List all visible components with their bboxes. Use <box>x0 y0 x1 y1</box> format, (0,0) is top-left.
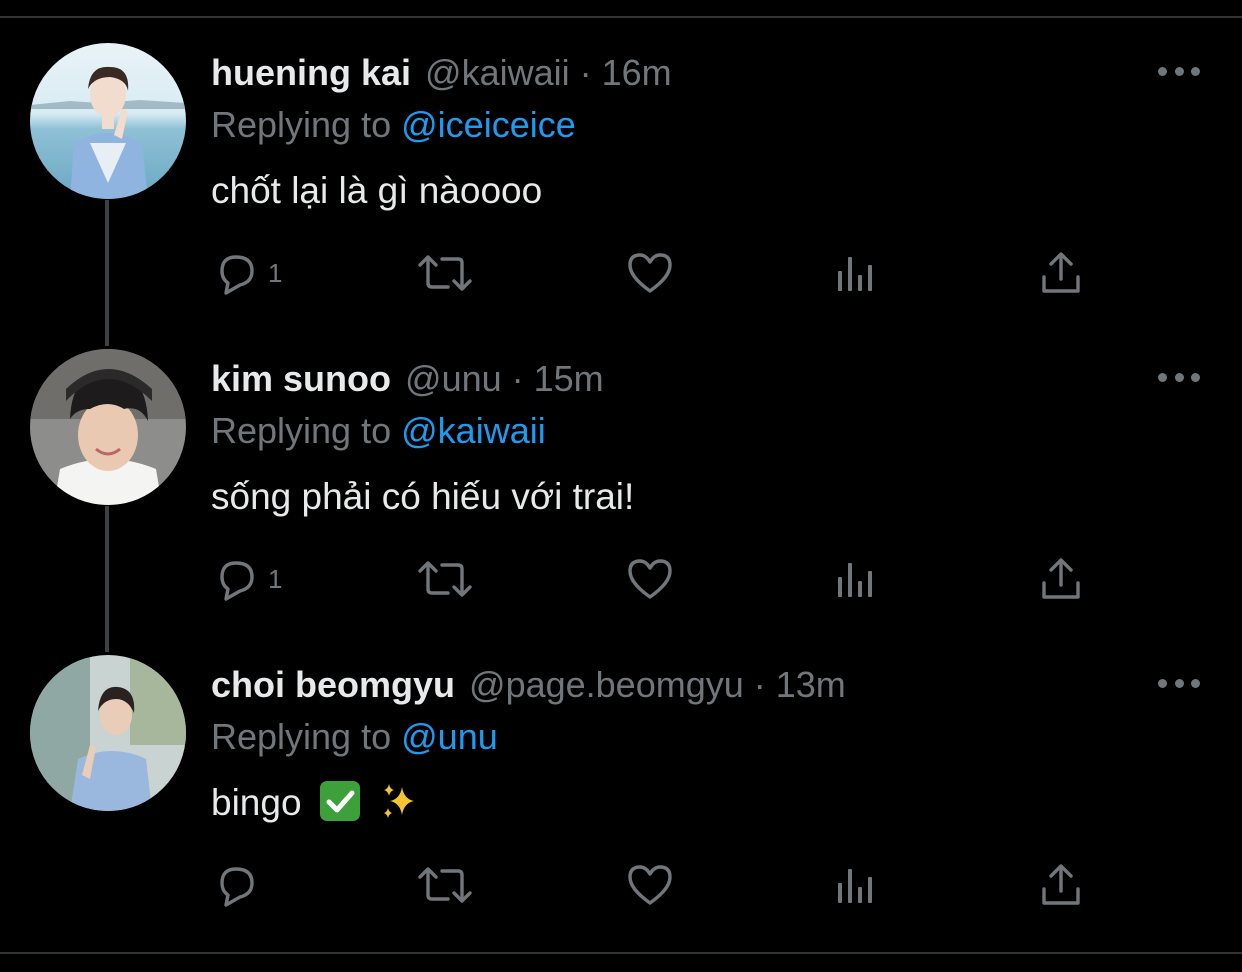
heart-icon <box>628 253 672 293</box>
separator-dot: · <box>753 664 766 705</box>
action-bar <box>212 861 1092 909</box>
replying-to-handle[interactable]: @kaiwaii <box>401 410 546 451</box>
heart-icon <box>628 865 672 905</box>
replying-to-label: Replying to <box>211 410 392 451</box>
more-horizontal-icon[interactable] <box>1158 675 1200 691</box>
replying-to-handle[interactable]: @unu <box>401 716 498 757</box>
display-name[interactable]: choi beomgyu <box>211 661 455 709</box>
retweet-button[interactable] <box>416 861 474 909</box>
retweet-icon <box>418 561 472 597</box>
replying-to-line: Replying to @kaiwaii <box>211 407 546 455</box>
avatar[interactable] <box>30 349 186 505</box>
tweet[interactable]: kim sunoo @unu · 15m Replying to @kaiwai… <box>0 349 1242 655</box>
username-handle[interactable]: @unu <box>405 355 502 403</box>
replying-to-label: Replying to <box>211 104 392 145</box>
share-upload-icon <box>1042 864 1080 905</box>
like-button[interactable] <box>626 249 674 297</box>
replying-to-handle[interactable]: @iceiceice <box>401 104 576 145</box>
heart-icon <box>628 559 672 599</box>
reply-count: 1 <box>268 257 283 288</box>
username-handle[interactable]: @page.beomgyu <box>469 661 744 709</box>
views-button[interactable] <box>834 861 878 909</box>
sparkles-emoji <box>380 781 420 821</box>
retweet-button[interactable] <box>416 249 474 297</box>
timestamp[interactable]: 16m <box>602 49 672 97</box>
views-button[interactable] <box>834 555 878 603</box>
tweet-text-container: bingo <box>211 779 420 827</box>
tweet[interactable]: choi beomgyu @page.beomgyu · 13m Replyin… <box>0 655 1242 961</box>
avatar[interactable] <box>30 43 186 199</box>
display-name[interactable]: kim sunoo <box>211 355 391 403</box>
views-bar-chart-icon <box>838 869 872 903</box>
reply-button[interactable]: 1 <box>212 249 282 297</box>
reply-bubble-icon <box>220 561 254 601</box>
retweet-icon <box>418 867 472 903</box>
reply-count: 1 <box>268 563 283 594</box>
display-name[interactable]: huening kai <box>211 49 411 97</box>
reply-bubble-icon <box>220 255 254 295</box>
retweet-icon <box>418 255 472 291</box>
replying-to-line: Replying to @unu <box>211 713 498 761</box>
retweet-button[interactable] <box>416 555 474 603</box>
share-upload-icon <box>1042 252 1080 293</box>
views-bar-chart-icon <box>838 563 872 597</box>
timestamp[interactable]: 15m <box>534 355 604 403</box>
separator-dot: · <box>511 358 524 399</box>
views-bar-chart-icon <box>838 257 872 291</box>
action-bar: 1 <box>212 555 1092 603</box>
separator-dot: · <box>579 52 592 93</box>
like-button[interactable] <box>626 861 674 909</box>
action-bar: 1 <box>212 249 1092 297</box>
tweet-text: chốt lại là gì nàoooo <box>211 170 543 211</box>
username-handle[interactable]: @kaiwaii <box>425 49 570 97</box>
replying-to-label: Replying to <box>211 716 392 757</box>
more-horizontal-icon[interactable] <box>1158 369 1200 385</box>
top-divider <box>0 16 1242 18</box>
avatar[interactable] <box>30 655 186 811</box>
reply-button[interactable] <box>212 861 268 909</box>
reply-button[interactable]: 1 <box>212 555 282 603</box>
bottom-divider <box>0 952 1242 954</box>
views-button[interactable] <box>834 249 878 297</box>
share-button[interactable] <box>1038 555 1084 603</box>
reply-bubble-icon <box>220 867 254 907</box>
share-upload-icon <box>1042 558 1080 599</box>
share-button[interactable] <box>1038 861 1084 909</box>
like-button[interactable] <box>626 555 674 603</box>
more-horizontal-icon[interactable] <box>1158 63 1200 79</box>
tweet-text: sống phải có hiếu với trai! <box>211 476 635 517</box>
tweet-text: bingo <box>211 782 302 823</box>
replying-to-line: Replying to @iceiceice <box>211 101 576 149</box>
share-button[interactable] <box>1038 249 1084 297</box>
tweet[interactable]: huening kai @kaiwaii · 16m Replying to @… <box>0 43 1242 349</box>
timestamp[interactable]: 13m <box>776 661 846 709</box>
check-mark-button-emoji <box>319 781 360 821</box>
